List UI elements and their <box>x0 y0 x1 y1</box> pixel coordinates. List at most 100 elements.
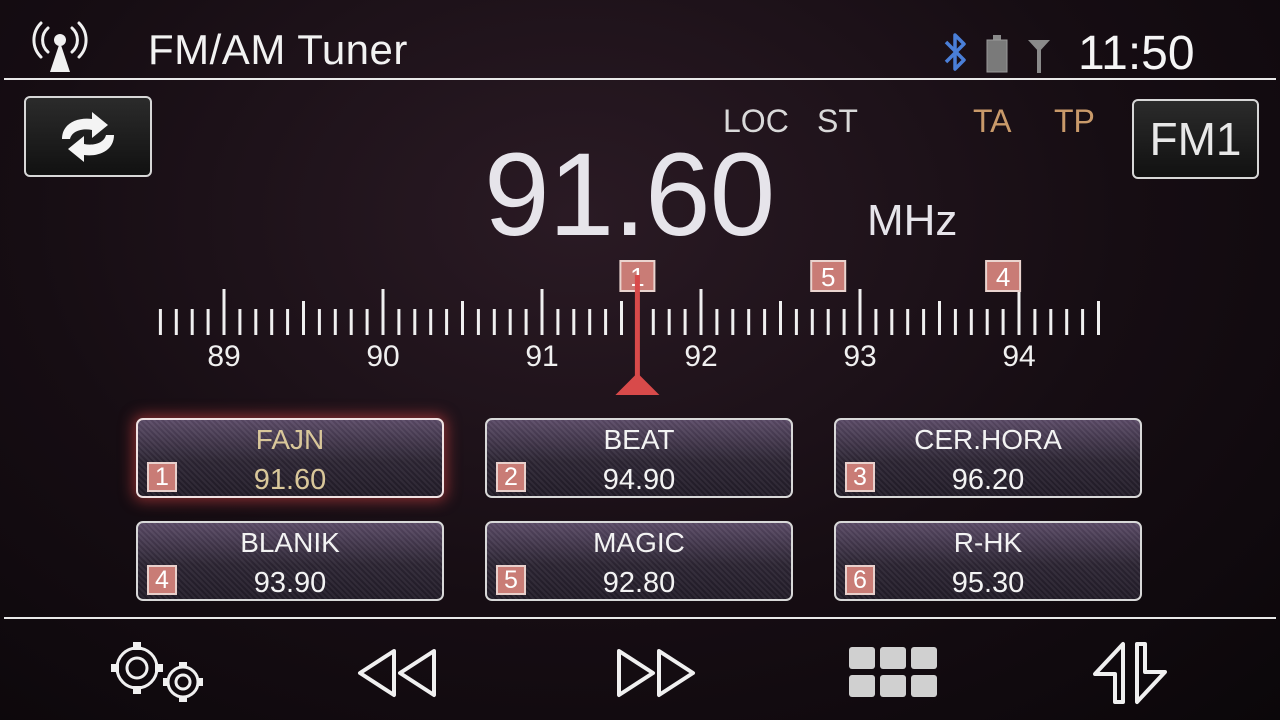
scale-tick <box>492 309 496 335</box>
scale-tick <box>381 289 385 335</box>
scale-tick <box>270 309 274 335</box>
grid-menu-icon <box>849 647 937 697</box>
scale-tick <box>461 301 464 335</box>
settings-icon <box>110 642 203 702</box>
scale-tick <box>985 309 989 335</box>
scale-tick <box>302 301 305 335</box>
scale-tick <box>429 309 433 335</box>
preset-button-1[interactable]: FAJN 91.60 1 <box>136 418 444 498</box>
scale-tick <box>206 309 210 335</box>
scale-tick <box>620 301 623 335</box>
preset-number-badge: 1 <box>147 462 177 492</box>
scale-tick <box>890 309 894 335</box>
scale-tick <box>524 309 528 335</box>
band-button[interactable]: FM1 <box>1132 99 1259 179</box>
preset-name: BEAT <box>603 424 675 455</box>
scale-tick <box>747 309 751 335</box>
scale-tick <box>651 309 655 335</box>
scale-tick <box>731 309 735 335</box>
scale-tick <box>604 309 608 335</box>
app-title: FM/AM Tuner <box>148 26 408 73</box>
header-divider <box>4 78 1276 80</box>
scale-tick <box>763 309 767 335</box>
frequency-unit: MHz <box>867 196 958 245</box>
scale-tick <box>1017 289 1021 335</box>
scale-tick <box>1097 301 1100 335</box>
tuning-scale[interactable]: 899091929394154 <box>140 255 1120 400</box>
antenna-icon <box>32 21 88 72</box>
battery-icon <box>986 35 1008 73</box>
scale-tick <box>286 309 290 335</box>
scale-tick <box>715 309 719 335</box>
scale-tick <box>572 309 576 335</box>
preset-button-5[interactable]: MAGIC 92.80 5 <box>485 521 793 601</box>
scale-tick <box>1033 309 1037 335</box>
scale-tick <box>667 309 671 335</box>
presets-menu-button[interactable] <box>838 638 948 708</box>
scale-tick <box>1081 309 1085 335</box>
tuning-needle[interactable] <box>634 275 640 383</box>
toolbar-divider <box>4 617 1276 619</box>
scale-label: 90 <box>366 340 399 373</box>
scale-tick <box>1049 309 1053 335</box>
scale-tick <box>842 309 846 335</box>
scale-tick <box>699 289 703 335</box>
source-switch-button[interactable] <box>24 96 152 177</box>
scale-tick <box>906 309 910 335</box>
scale-tick <box>158 309 162 335</box>
scale-tick <box>794 309 798 335</box>
preset-name: R-HK <box>953 527 1023 558</box>
seek-forward-button[interactable] <box>608 638 708 708</box>
scale-tick <box>445 309 449 335</box>
preset-name: MAGIC <box>593 527 685 558</box>
preset-marker-label: 5 <box>821 262 835 292</box>
refresh-arrows-icon <box>62 111 114 162</box>
scale-tick <box>1065 309 1069 335</box>
needle-pointer <box>615 373 660 395</box>
scale-tick <box>317 309 321 335</box>
preset-name: FAJN <box>255 424 325 455</box>
scale-tick <box>810 309 814 335</box>
preset-number-badge: 2 <box>496 462 526 492</box>
preset-frequency: 93.90 <box>253 567 327 599</box>
scale-tick <box>588 309 592 335</box>
preset-number-badge: 6 <box>845 565 875 595</box>
preset-frequency: 92.80 <box>602 567 676 599</box>
scale-label: 91 <box>525 340 558 373</box>
preset-button-6[interactable]: R-HK 95.30 6 <box>834 521 1142 601</box>
scale-tick <box>938 301 941 335</box>
scale-tick <box>858 289 862 335</box>
scale-tick <box>874 309 878 335</box>
swap-arrows-icon <box>1093 642 1167 704</box>
settings-button[interactable] <box>100 638 215 708</box>
scale-tick <box>1001 309 1005 335</box>
seek-forward-icon <box>617 649 695 697</box>
scale-tick <box>476 309 480 335</box>
scale-tick <box>349 309 353 335</box>
scale-tick <box>508 309 512 335</box>
scale-tick <box>190 309 194 335</box>
stereo-indicator: ST <box>817 103 858 139</box>
scale-tick <box>922 309 926 335</box>
preset-button-3[interactable]: CER.HORA 96.20 3 <box>834 418 1142 498</box>
scale-tick <box>254 309 258 335</box>
scale-tick <box>969 309 973 335</box>
seek-back-button[interactable] <box>345 638 445 708</box>
ta-indicator: TA <box>973 103 1012 139</box>
preset-frequency: 94.90 <box>602 464 676 496</box>
scale-tick <box>413 309 417 335</box>
swap-button[interactable] <box>1080 638 1180 708</box>
frequency-display: 91.60 <box>484 129 775 261</box>
scale-tick <box>826 309 830 335</box>
preset-number-badge: 5 <box>496 565 526 595</box>
scale-tick <box>683 309 687 335</box>
clock: 11:50 <box>1078 27 1195 80</box>
scale-tick <box>953 309 957 335</box>
preset-button-4[interactable]: BLANIK 93.90 4 <box>136 521 444 601</box>
seek-back-icon <box>358 649 436 697</box>
preset-button-2[interactable]: BEAT 94.90 2 <box>485 418 793 498</box>
preset-name: CER.HORA <box>914 424 1062 455</box>
scale-tick <box>238 309 242 335</box>
scale-tick <box>222 289 226 335</box>
preset-frequency: 95.30 <box>951 567 1025 599</box>
